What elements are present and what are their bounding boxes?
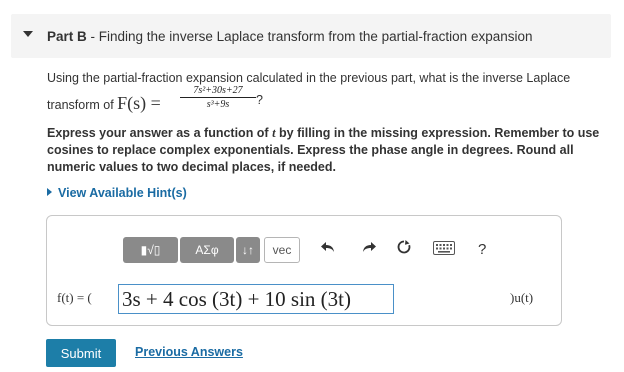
- fraction-denominator: s³+9s: [206, 99, 230, 110]
- keyboard-icon[interactable]: [433, 238, 455, 262]
- view-hints-link[interactable]: View Available Hint(s): [47, 186, 187, 200]
- question-line-1: Using the partial-fraction expansion cal…: [47, 71, 571, 85]
- part-label: Part B: [47, 29, 87, 44]
- greek-symbols-button[interactable]: ΑΣφ: [180, 237, 234, 263]
- part-separator: -: [86, 29, 99, 44]
- collapse-caret-icon[interactable]: [23, 31, 33, 37]
- answer-input[interactable]: 3s + 4 cos (3t) + 10 sin (3t): [118, 284, 394, 314]
- instructions: Express your answer as a function of t b…: [47, 125, 607, 176]
- question-suffix: ?: [256, 93, 263, 107]
- step-function-suffix: )u(t): [510, 290, 534, 305]
- vector-button[interactable]: vec: [264, 237, 300, 263]
- greek-symbols-label: ΑΣφ: [195, 243, 219, 257]
- arrows-icon: ↓↑: [242, 243, 254, 257]
- instructions-part-1: Express your answer as a function of: [47, 126, 273, 140]
- question-prefix: transform of: [47, 98, 118, 112]
- fraction-numerator: 7s²+30s+27: [180, 85, 256, 98]
- function-label: F(s) =: [117, 93, 161, 113]
- question-line-2: transform of F(s) =: [47, 93, 161, 114]
- previous-answers-link[interactable]: Previous Answers: [135, 345, 243, 359]
- reset-icon[interactable]: [396, 238, 412, 262]
- help-icon[interactable]: ?: [478, 238, 486, 262]
- expand-triangle-icon: [47, 188, 52, 196]
- submit-button[interactable]: Submit: [46, 339, 116, 367]
- templates-icon: ▮√▯: [140, 243, 161, 257]
- part-title-text: Finding the inverse Laplace transform fr…: [98, 29, 533, 44]
- redo-icon[interactable]: [361, 238, 377, 262]
- transfer-fraction: 7s²+30s+27 s³+9s: [180, 85, 256, 110]
- arrows-button[interactable]: ↓↑: [236, 237, 260, 263]
- templates-button[interactable]: ▮√▯: [123, 237, 178, 263]
- vector-label: vec: [272, 243, 292, 257]
- part-title: Part B - Finding the inverse Laplace tra…: [47, 29, 533, 44]
- function-prefix: f(t) = (: [57, 290, 92, 305]
- view-hints-label: View Available Hint(s): [58, 186, 187, 200]
- undo-icon[interactable]: [320, 238, 336, 262]
